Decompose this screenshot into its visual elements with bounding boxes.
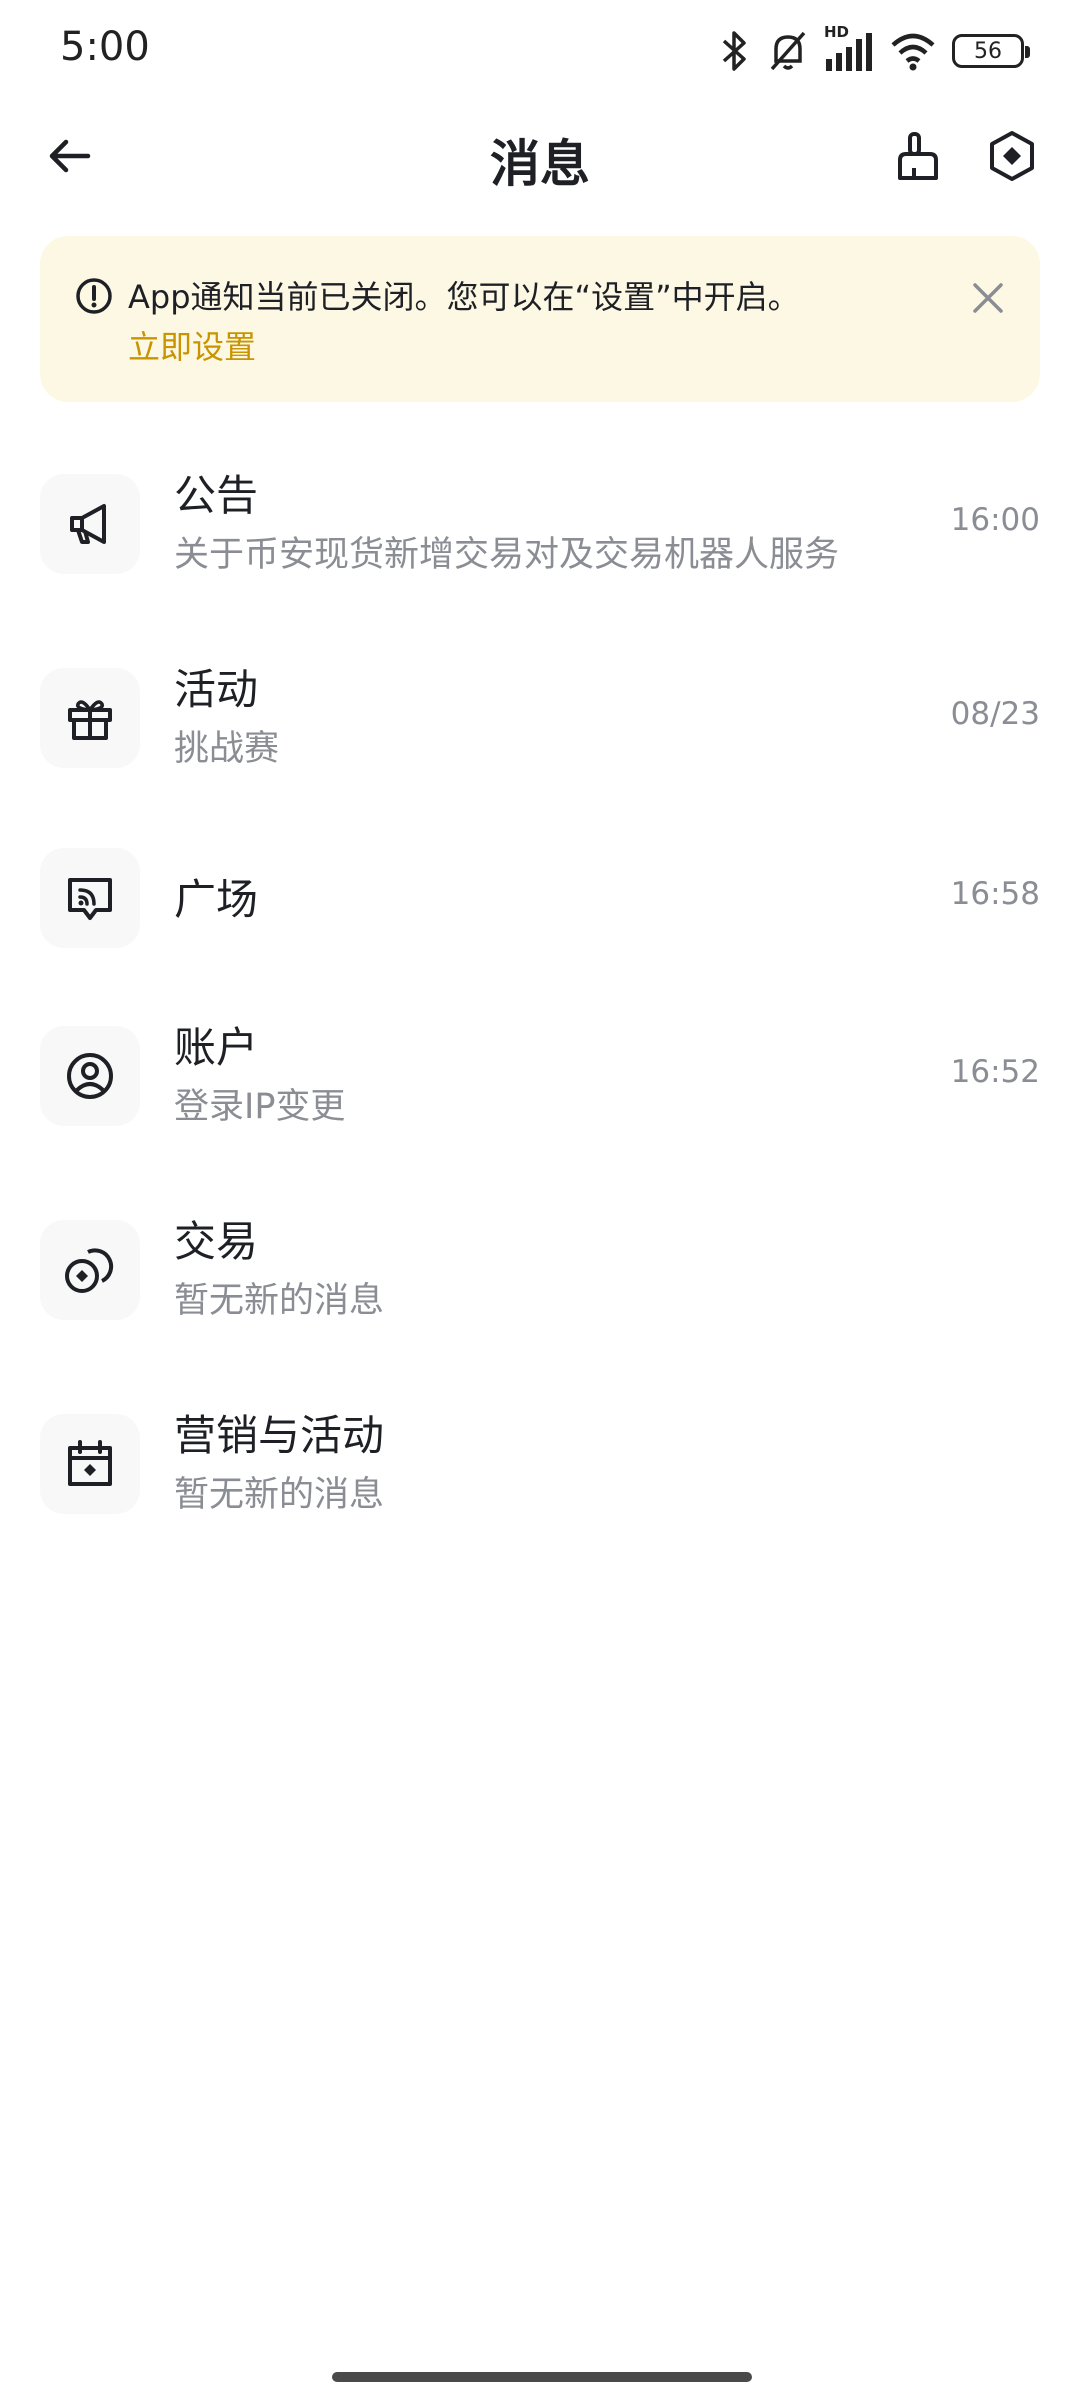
clear-all-button[interactable] — [888, 126, 948, 186]
coins-icon — [65, 1248, 114, 1293]
item-title: 营销与活动 — [174, 1411, 385, 1460]
signal-icon: HD — [824, 23, 874, 73]
item-time: 08/23 — [950, 696, 1040, 732]
item-icon-container — [40, 668, 140, 768]
item-subtitle: 暂无新的消息 — [174, 1281, 385, 1321]
battery-level: 56 — [974, 38, 1002, 64]
gift-icon — [68, 700, 112, 740]
item-subtitle: 暂无新的消息 — [174, 1475, 385, 1515]
item-icon-container — [40, 1414, 140, 1514]
status-bar: 5:00 HD 56 — [0, 0, 1080, 100]
settings-button[interactable] — [982, 126, 1042, 186]
item-icon-container — [40, 1026, 140, 1126]
banner-close-button[interactable] — [962, 272, 1014, 324]
bluetooth-icon — [718, 29, 752, 73]
bell-off-icon — [768, 29, 808, 73]
item-icon-container — [40, 848, 140, 948]
item-time: 16:58 — [950, 876, 1040, 912]
item-subtitle: 登录IP变更 — [174, 1087, 346, 1127]
item-icon-container — [40, 474, 140, 574]
list-item-account[interactable]: 账户 登录IP变更 16:52 — [0, 992, 1080, 1152]
item-icon-container — [40, 1220, 140, 1320]
item-title: 活动 — [174, 665, 259, 714]
item-title: 账户 — [174, 1023, 259, 1072]
list-item-trading[interactable]: 交易 暂无新的消息 — [0, 1186, 1080, 1346]
status-time: 5:00 — [60, 24, 150, 70]
broom-icon — [898, 132, 938, 180]
banner-settings-link[interactable]: 立即设置 — [128, 322, 256, 368]
item-title: 公告 — [174, 471, 259, 520]
item-time: 16:00 — [950, 502, 1040, 538]
calendar-icon — [68, 1440, 112, 1486]
item-subtitle: 关于币安现货新增交易对及交易机器人服务 — [174, 535, 840, 575]
item-subtitle: 挑战赛 — [174, 729, 280, 769]
status-icons: HD 56 — [718, 23, 1030, 74]
app-header: 消息 — [0, 110, 1080, 200]
item-title: 广场 — [174, 875, 259, 924]
battery-icon: 56 — [952, 34, 1030, 68]
item-title: 交易 — [174, 1217, 259, 1266]
wifi-icon — [890, 31, 936, 71]
banner-message: App通知当前已关闭。您可以在“设置”中开启。 — [128, 278, 800, 316]
user-circle-icon — [67, 1053, 113, 1099]
list-item-marketing[interactable]: 营销与活动 暂无新的消息 — [0, 1380, 1080, 1540]
list-item-square[interactable]: 广场 16:58 — [0, 814, 1080, 974]
item-time: 16:52 — [950, 1054, 1040, 1090]
settings-hexagon-icon — [990, 131, 1034, 181]
messages-screen: 5:00 HD 56 消息 App通知当前已关闭。您可以在“设置”中开启。 立即… — [0, 0, 1080, 2400]
network-badge: HD — [824, 23, 850, 41]
info-icon — [76, 278, 112, 314]
list-item-announcements[interactable]: 公告 关于币安现货新增交易对及交易机器人服务 16:00 — [0, 440, 1080, 600]
megaphone-icon — [70, 504, 106, 544]
square-broadcast-icon — [68, 878, 112, 920]
list-item-activities[interactable]: 活动 挑战赛 08/23 — [0, 634, 1080, 794]
notification-banner: App通知当前已关闭。您可以在“设置”中开启。 立即设置 — [40, 236, 1040, 402]
home-indicator[interactable] — [332, 2372, 752, 2382]
close-icon — [973, 283, 1003, 313]
